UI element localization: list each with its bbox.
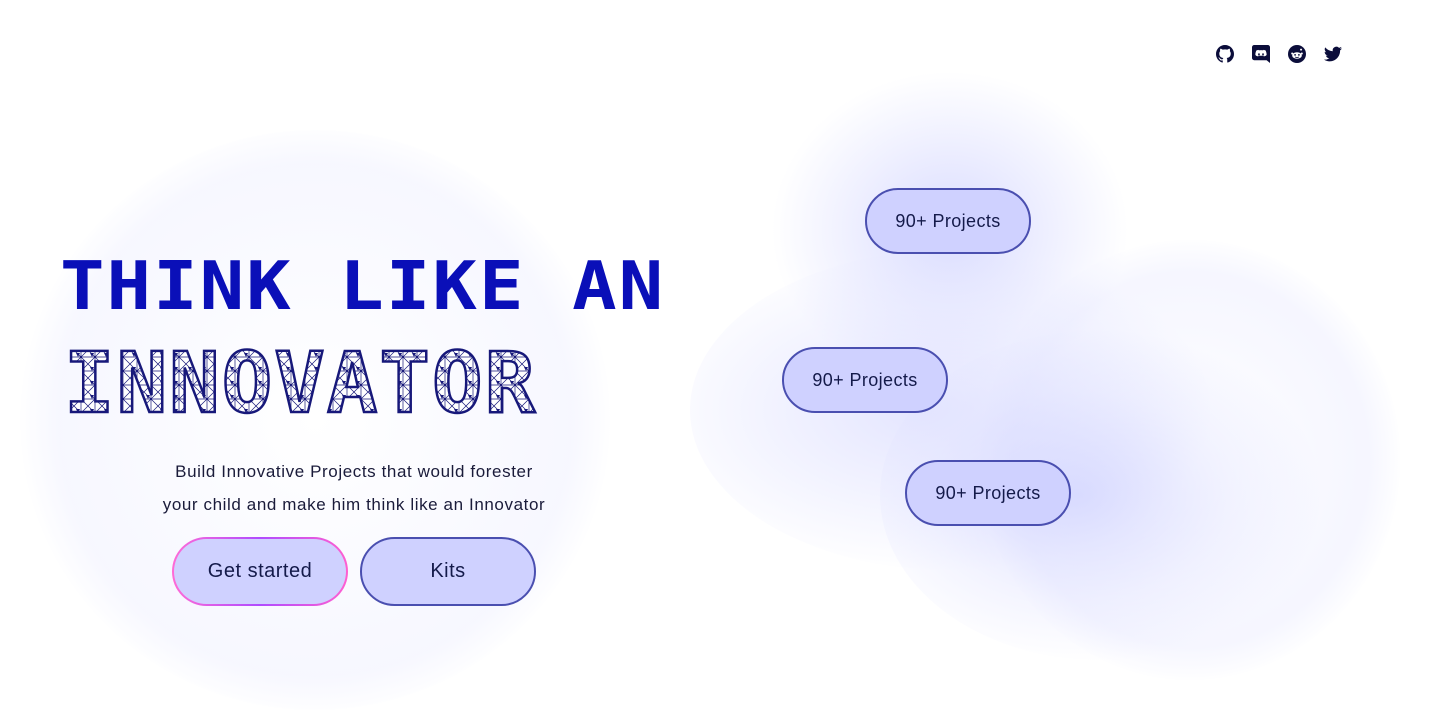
github-icon[interactable] xyxy=(1216,45,1234,63)
social-links xyxy=(1216,45,1342,63)
twitter-icon[interactable] xyxy=(1324,45,1342,63)
headline-line-1: THINK LIKE AN xyxy=(60,247,666,326)
get-started-button[interactable]: Get started xyxy=(172,537,348,606)
description-line-2: your child and make him think like an In… xyxy=(162,495,546,514)
hero-description: Build Innovative Projects that would for… xyxy=(140,455,568,521)
discord-icon[interactable] xyxy=(1252,45,1270,63)
headline-line-2: INNOVATOR xyxy=(60,336,680,422)
description-line-1: Build Innovative Projects that would for… xyxy=(175,462,533,481)
headline-outline-text: INNOVATOR xyxy=(64,336,537,422)
projects-badge: 90+ Projects xyxy=(905,460,1071,526)
reddit-icon[interactable] xyxy=(1288,45,1306,63)
landing-page: THINK LIKE AN INNOVATOR Build Innovative… xyxy=(0,0,1440,722)
projects-badge: 90+ Projects xyxy=(782,347,948,413)
kits-button[interactable]: Kits xyxy=(360,537,536,606)
projects-badge: 90+ Projects xyxy=(865,188,1031,254)
